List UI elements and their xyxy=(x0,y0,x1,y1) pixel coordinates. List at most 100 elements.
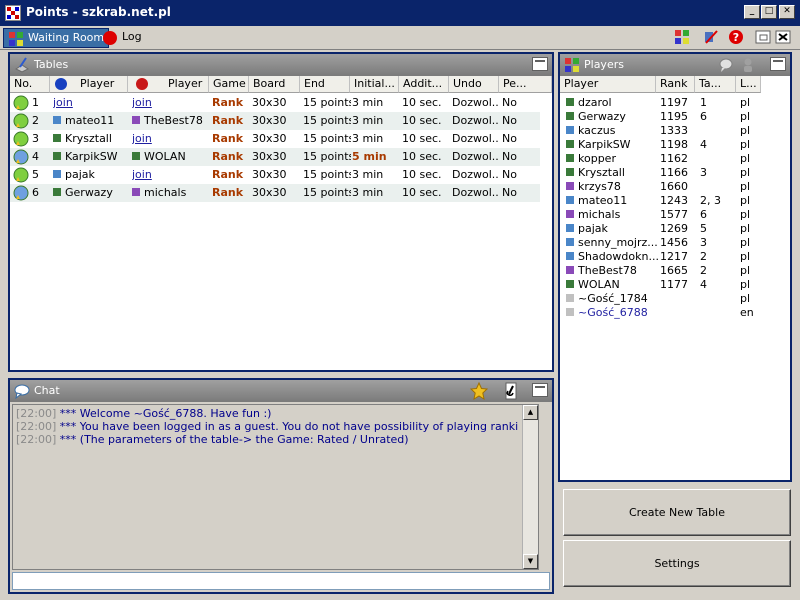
cell-text: No xyxy=(502,186,517,199)
cell-text: 30x30 xyxy=(252,186,287,199)
settings-button[interactable]: Settings xyxy=(563,540,791,587)
player-name: KarpikSW xyxy=(566,138,658,152)
table-pe: No xyxy=(502,184,542,202)
table-pe: No xyxy=(502,112,542,130)
table-no: 4 xyxy=(32,150,39,163)
scroll-up-button[interactable]: ▲ xyxy=(523,405,538,420)
cell-text: WOLAN xyxy=(144,150,186,163)
table-addit: 10 sec. xyxy=(402,94,448,112)
col-label: Player xyxy=(168,77,203,90)
col-undo[interactable]: Undo xyxy=(449,76,499,93)
table-no: 2 xyxy=(32,114,39,127)
player-color-icon xyxy=(132,116,140,124)
disconnect-icon[interactable] xyxy=(703,29,719,45)
col-pe[interactable]: Pe... xyxy=(499,76,552,93)
cell-text: pajak xyxy=(578,222,608,235)
join-link[interactable]: join xyxy=(132,94,208,112)
player-color-icon xyxy=(53,134,61,142)
player-color-icon xyxy=(132,152,140,160)
player-lang: pl xyxy=(740,250,751,263)
player-table: 6 xyxy=(700,208,707,221)
player-lang: pl xyxy=(740,194,751,207)
col-addit[interactable]: Addit... xyxy=(399,76,449,93)
minimize-button[interactable]: _ xyxy=(744,5,760,19)
message-text: *** You have been logged in as a guest. … xyxy=(59,420,519,433)
player-color-icon xyxy=(132,188,140,196)
create-new-table-button[interactable]: Create New Table xyxy=(563,489,791,536)
close-tab-icon[interactable] xyxy=(775,29,791,45)
col-player-red[interactable]: Player xyxy=(128,76,209,93)
cell-text: Dozwol... xyxy=(452,114,498,127)
chat-message: [22:00] *** (The parameters of the table… xyxy=(16,433,519,446)
table-board: 30x30 xyxy=(252,94,300,112)
cell-text: 30x30 xyxy=(252,96,287,109)
window-title-bar: Points - szkrab.net.pl _ □ ✕ xyxy=(0,0,800,26)
col-table[interactable]: Ta... xyxy=(695,76,736,93)
chat-maximize-button[interactable] xyxy=(532,383,548,397)
table-game: Rank xyxy=(212,94,250,112)
player-color-icon xyxy=(566,154,574,162)
cell-text: kaczus xyxy=(578,124,616,137)
player-color-icon xyxy=(566,210,574,218)
rooms-icon[interactable] xyxy=(674,29,690,45)
player-name: kopper xyxy=(566,152,658,166)
cell-text: michals xyxy=(578,208,621,221)
col-player[interactable]: Player xyxy=(560,76,656,93)
col-initial[interactable]: Initial... xyxy=(350,76,399,93)
link-icon[interactable] xyxy=(503,382,519,403)
user-info-icon[interactable] xyxy=(740,57,756,76)
player-table: 5 xyxy=(700,222,707,235)
table-end: 15 points xyxy=(303,130,351,148)
table-initial: 3 min xyxy=(352,94,398,112)
player-rank: 1269 xyxy=(660,222,688,235)
maximize-button[interactable]: □ xyxy=(761,5,777,19)
cell-text: 10 sec. xyxy=(402,150,442,163)
player-rank: 1456 xyxy=(660,236,688,249)
cell-text: 10 sec. xyxy=(402,186,442,199)
col-rank[interactable]: Rank xyxy=(656,76,695,93)
players-maximize-button[interactable] xyxy=(770,57,786,71)
close-button[interactable]: ✕ xyxy=(779,5,795,19)
player-color-icon xyxy=(53,152,61,160)
cell-text: 15 points xyxy=(303,132,351,145)
player-name: Gerwazy xyxy=(566,110,658,124)
star-icon[interactable] xyxy=(469,381,489,403)
chat-scrollbar[interactable]: ▲ ▼ xyxy=(522,405,538,569)
player-color-icon xyxy=(566,224,574,232)
join-link[interactable]: join xyxy=(132,130,208,148)
col-lang[interactable]: L... xyxy=(736,76,761,93)
tab-label: Log xyxy=(122,30,142,43)
cell-text: No xyxy=(502,168,517,181)
col-player-blue[interactable]: Player xyxy=(50,76,128,93)
player-name: Krysztall xyxy=(566,166,658,180)
tab-log[interactable]: Log xyxy=(98,28,146,48)
player-lang: pl xyxy=(740,138,751,151)
col-game[interactable]: Game xyxy=(209,76,249,93)
player-table: 4 xyxy=(700,138,707,151)
cell-text: 15 points xyxy=(303,186,351,199)
table-p2: WOLAN xyxy=(132,148,208,166)
player-name: ~Gość_1784 xyxy=(566,292,658,306)
player-name: michals xyxy=(566,208,658,222)
col-no[interactable]: No. xyxy=(10,76,50,93)
help-icon[interactable]: ? xyxy=(728,29,744,45)
chat-input[interactable] xyxy=(12,572,550,590)
players-panel-title: Players xyxy=(584,58,624,71)
tables-maximize-button[interactable] xyxy=(532,57,548,71)
join-link[interactable]: join xyxy=(132,166,208,184)
private-chat-icon[interactable] xyxy=(718,57,734,76)
player-lang: pl xyxy=(740,222,751,235)
cell-text: ~Gość_6788 xyxy=(578,306,648,319)
scroll-down-button[interactable]: ▼ xyxy=(523,554,538,569)
cell-text: 3 min xyxy=(352,168,384,181)
player-name: pajak xyxy=(566,222,658,236)
col-board[interactable]: Board xyxy=(249,76,300,93)
restore-window-icon[interactable] xyxy=(755,29,771,45)
tables-panel-header: Tables xyxy=(10,54,552,76)
player-table: 2 xyxy=(700,250,707,263)
cell-text: No xyxy=(502,150,517,163)
tab-waiting-room[interactable]: Waiting Room xyxy=(3,28,110,48)
player-color-icon xyxy=(53,170,61,178)
col-end[interactable]: End xyxy=(300,76,350,93)
join-link[interactable]: join xyxy=(53,94,127,112)
